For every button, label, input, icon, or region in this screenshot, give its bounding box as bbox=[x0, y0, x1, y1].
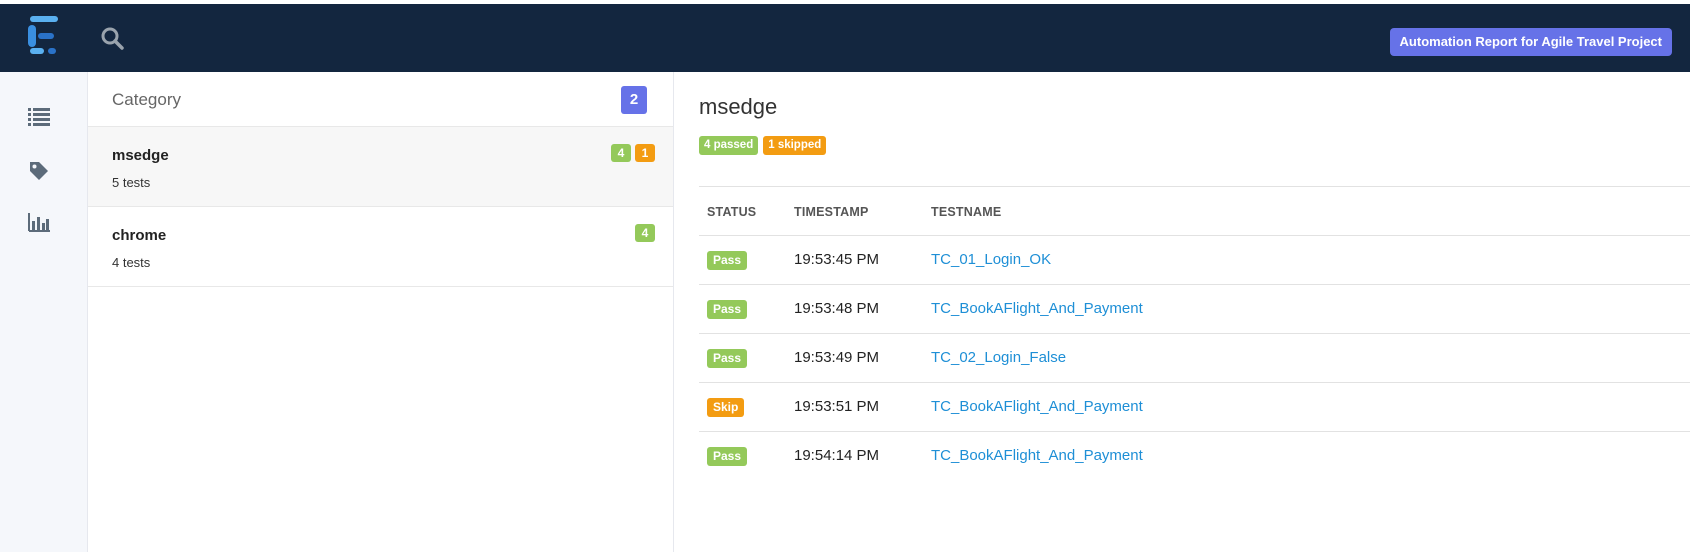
test-name-link[interactable]: TC_02_Login_False bbox=[931, 349, 1066, 366]
search-icon[interactable] bbox=[100, 26, 126, 52]
sidebar bbox=[0, 72, 88, 552]
passed-count-badge: 4 bbox=[635, 224, 655, 242]
tag-icon[interactable] bbox=[28, 160, 54, 184]
status-badge: Pass bbox=[707, 251, 748, 270]
category-name: chrome bbox=[112, 227, 167, 244]
status-badge: Pass bbox=[707, 447, 748, 466]
test-name-link[interactable]: TC_01_Login_OK bbox=[931, 251, 1051, 268]
skipped-summary-badge: 1 skipped bbox=[763, 136, 827, 155]
extent-logo-icon[interactable] bbox=[28, 16, 64, 60]
table-row: Pass 19:54:14 PM TC_BookAFlight_And_Paym… bbox=[699, 432, 1690, 481]
top-navbar: Automation Report for Agile Travel Proje… bbox=[0, 4, 1690, 72]
report-name-badge[interactable]: Automation Report for Agile Travel Proje… bbox=[1389, 28, 1672, 56]
category-header: Category 2 bbox=[88, 72, 673, 127]
timestamp-cell: 19:53:49 PM bbox=[794, 349, 880, 366]
category-title: Category bbox=[112, 90, 181, 109]
column-header-testname: TESTNAME bbox=[931, 205, 1002, 219]
test-name-link[interactable]: TC_BookAFlight_And_Payment bbox=[931, 300, 1143, 317]
status-badge: Skip bbox=[707, 398, 745, 417]
table-header: STATUS TIMESTAMP TESTNAME bbox=[699, 187, 1690, 236]
category-panel: Category 2 msedge 5 tests 4 1 chrome 4 t… bbox=[88, 72, 674, 552]
column-header-status: STATUS bbox=[707, 205, 757, 219]
skipped-count-badge: 1 bbox=[635, 144, 655, 162]
timestamp-cell: 19:54:14 PM bbox=[794, 447, 880, 464]
passed-count-badge: 4 bbox=[611, 144, 631, 162]
category-item-chrome[interactable]: chrome 4 tests 4 bbox=[88, 207, 673, 287]
table-row: Pass 19:53:45 PM TC_01_Login_OK bbox=[699, 236, 1690, 285]
bar-chart-icon[interactable] bbox=[28, 212, 54, 236]
table-row: Skip 19:53:51 PM TC_BookAFlight_And_Paym… bbox=[699, 383, 1690, 432]
category-test-count: 4 tests bbox=[112, 255, 151, 270]
detail-title: msedge bbox=[699, 94, 778, 119]
passed-summary-badge: 4 passed bbox=[699, 136, 759, 155]
table-row: Pass 19:53:48 PM TC_BookAFlight_And_Paym… bbox=[699, 285, 1690, 334]
list-icon[interactable] bbox=[28, 106, 54, 130]
status-badge: Pass bbox=[707, 349, 748, 368]
timestamp-cell: 19:53:45 PM bbox=[794, 251, 880, 268]
status-badge: Pass bbox=[707, 300, 748, 319]
category-item-msedge[interactable]: msedge 5 tests 4 1 bbox=[88, 127, 673, 207]
tests-table: STATUS TIMESTAMP TESTNAME Pass 19:53:45 … bbox=[699, 186, 1690, 481]
category-detail-panel: msedge 4 passed 1 skipped STATUS TIMESTA… bbox=[675, 72, 1690, 552]
column-header-timestamp: TIMESTAMP bbox=[794, 205, 869, 219]
category-test-count: 5 tests bbox=[112, 175, 151, 190]
category-count-badge: 2 bbox=[621, 86, 647, 114]
category-name: msedge bbox=[112, 147, 169, 164]
table-row: Pass 19:53:49 PM TC_02_Login_False bbox=[699, 334, 1690, 383]
timestamp-cell: 19:53:51 PM bbox=[794, 398, 880, 415]
test-name-link[interactable]: TC_BookAFlight_And_Payment bbox=[931, 398, 1143, 415]
test-name-link[interactable]: TC_BookAFlight_And_Payment bbox=[931, 447, 1143, 464]
timestamp-cell: 19:53:48 PM bbox=[794, 300, 880, 317]
